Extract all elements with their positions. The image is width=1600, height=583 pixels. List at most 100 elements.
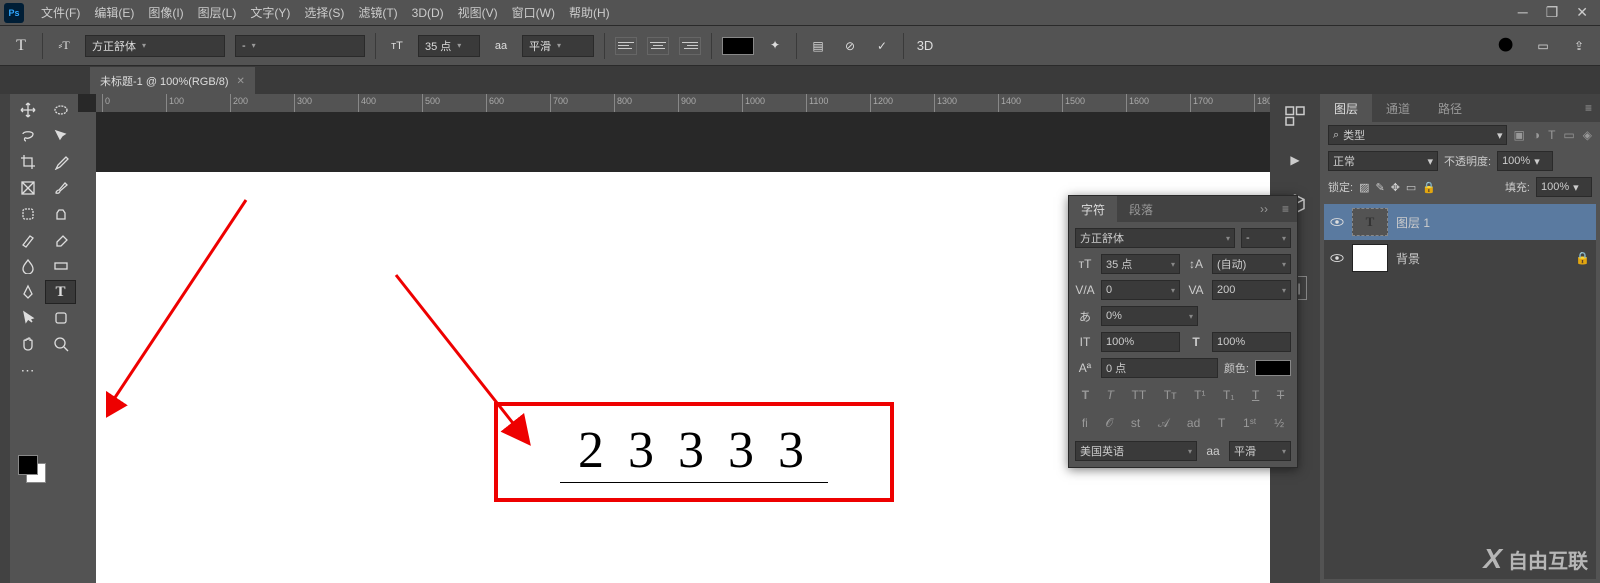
tab-paragraph[interactable]: 段落: [1117, 196, 1165, 223]
subscript-button[interactable]: T₁: [1223, 388, 1234, 402]
menu-image[interactable]: 图像(I): [141, 0, 190, 25]
ordinals-button[interactable]: ad: [1187, 416, 1200, 431]
char-lang-select[interactable]: 美国英语▾: [1075, 441, 1197, 461]
history-dock-icon[interactable]: [1283, 104, 1307, 128]
opentype-t-button[interactable]: T: [1218, 416, 1225, 431]
color-swatches[interactable]: [18, 455, 46, 483]
marquee-tool[interactable]: [45, 98, 76, 122]
font-size-select[interactable]: 35 点▾: [418, 35, 480, 57]
fractions-button[interactable]: ½: [1274, 416, 1284, 431]
char-leading-input[interactable]: (自动)▾: [1212, 254, 1291, 274]
blur-tool[interactable]: [12, 254, 43, 278]
lock-pos-icon[interactable]: ✥: [1391, 181, 1400, 194]
quick-select-tool[interactable]: [45, 124, 76, 148]
font-family-select[interactable]: 方正舒体▾: [85, 35, 225, 57]
menu-view[interactable]: 视图(V): [451, 0, 505, 25]
opacity-input[interactable]: 100%▾: [1497, 151, 1553, 171]
align-right-button[interactable]: [679, 37, 701, 55]
lasso-tool[interactable]: [12, 124, 43, 148]
align-left-button[interactable]: [615, 37, 637, 55]
visibility-icon[interactable]: [1330, 251, 1344, 265]
share-icon[interactable]: ⇪: [1568, 35, 1590, 57]
menu-file[interactable]: 文件(F): [34, 0, 87, 25]
panel-menu-icon[interactable]: ≡: [1274, 202, 1297, 216]
healing-tool[interactable]: [12, 202, 43, 226]
char-tracking-input[interactable]: 200▾: [1212, 280, 1291, 300]
tab-close-icon[interactable]: ✕: [237, 76, 245, 87]
underline-button[interactable]: T: [1252, 388, 1259, 402]
char-style-select[interactable]: -▾: [1241, 228, 1291, 248]
zoom-tool[interactable]: [45, 332, 76, 356]
layer-name[interactable]: 图层 1: [1396, 214, 1430, 231]
frame-tool[interactable]: [12, 176, 43, 200]
char-aa-select[interactable]: 平滑▾: [1229, 441, 1291, 461]
filter-adj-icon[interactable]: ◑: [1533, 128, 1540, 142]
tab-character[interactable]: 字符: [1069, 196, 1117, 223]
workspace-icon[interactable]: ▭: [1532, 35, 1554, 57]
path-select-tool[interactable]: [12, 306, 43, 330]
collapse-icon[interactable]: ››: [1254, 202, 1274, 216]
commit-icon[interactable]: ✓: [871, 35, 893, 57]
char-height-input[interactable]: 100%: [1101, 332, 1180, 352]
menu-help[interactable]: 帮助(H): [562, 0, 617, 25]
history-brush-tool[interactable]: [12, 228, 43, 252]
tool-extra[interactable]: ⋯: [12, 358, 43, 382]
font-style-select[interactable]: -▾: [235, 35, 365, 57]
visibility-icon[interactable]: [1330, 215, 1344, 229]
char-panel-icon[interactable]: ▤: [807, 35, 829, 57]
menu-select[interactable]: 选择(S): [297, 0, 351, 25]
strike-button[interactable]: T: [1277, 388, 1284, 402]
panel-menu-icon[interactable]: ≡: [1577, 101, 1600, 115]
bold-button[interactable]: T: [1082, 388, 1089, 402]
menu-layer[interactable]: 图层(L): [191, 0, 244, 25]
blend-mode-select[interactable]: 正常▾: [1328, 151, 1438, 171]
eyedropper-tool[interactable]: [45, 150, 76, 174]
play-dock-icon[interactable]: ▶: [1283, 148, 1307, 172]
lock-art-icon[interactable]: ▭: [1406, 181, 1416, 194]
canvas-text[interactable]: 23333: [560, 421, 828, 483]
fill-input[interactable]: 100%▾: [1536, 177, 1592, 197]
stylistic-button[interactable]: st: [1131, 416, 1140, 431]
superscript-button[interactable]: T¹: [1194, 388, 1205, 402]
filter-smart-icon[interactable]: ◈: [1583, 128, 1592, 142]
3d-button[interactable]: 3D: [914, 35, 936, 57]
allcaps-button[interactable]: TT: [1132, 388, 1147, 402]
layer-row[interactable]: 背景 🔒: [1324, 240, 1596, 276]
menu-3d[interactable]: 3D(D): [405, 2, 451, 24]
move-tool[interactable]: [12, 98, 43, 122]
pen-tool[interactable]: [12, 280, 43, 304]
char-kerning-input[interactable]: 0▾: [1101, 280, 1180, 300]
char-color-swatch[interactable]: [1255, 360, 1291, 376]
antialias-select[interactable]: 平滑▾: [522, 35, 594, 57]
italic-button[interactable]: T: [1107, 388, 1114, 402]
warp-text-icon[interactable]: ✦: [764, 35, 786, 57]
hand-tool[interactable]: [12, 332, 43, 356]
swash-button[interactable]: 𝒪: [1106, 416, 1114, 431]
document-tab[interactable]: 未标题-1 @ 100%(RGB/8) ✕: [90, 67, 255, 94]
align-center-button[interactable]: [647, 37, 669, 55]
minimize-icon[interactable]: ─: [1518, 4, 1528, 21]
character-panel[interactable]: 字符 段落 ›› ≡ 方正舒体▾ -▾ тT 35 点▾ ↕A (自动)▾ V/…: [1068, 195, 1298, 468]
filter-shape-icon[interactable]: ▭: [1563, 128, 1574, 142]
close-icon[interactable]: ✕: [1576, 4, 1588, 21]
restore-icon[interactable]: ❐: [1546, 4, 1559, 21]
foreground-swatch[interactable]: [18, 455, 38, 475]
char-width-input[interactable]: 100%: [1212, 332, 1291, 352]
tab-channels[interactable]: 通道: [1372, 94, 1424, 123]
lock-paint-icon[interactable]: ✎: [1375, 181, 1384, 194]
brush-tool[interactable]: [45, 176, 76, 200]
cancel-icon[interactable]: ⊘: [839, 35, 861, 57]
shape-tool[interactable]: [45, 306, 76, 330]
text-color-swatch[interactable]: [722, 37, 754, 55]
text-tool[interactable]: T: [45, 280, 76, 304]
eraser-tool[interactable]: [45, 228, 76, 252]
menu-edit[interactable]: 编辑(E): [87, 0, 141, 25]
filter-img-icon[interactable]: ▣: [1513, 128, 1524, 142]
tab-paths[interactable]: 路径: [1424, 94, 1476, 123]
gradient-tool[interactable]: [45, 254, 76, 278]
titling-button[interactable]: 𝒜: [1158, 416, 1169, 431]
lock-pixels-icon[interactable]: ▨: [1359, 181, 1369, 194]
layer-name[interactable]: 背景: [1396, 250, 1420, 267]
layer-row[interactable]: T 图层 1: [1324, 204, 1596, 240]
char-baseline-input[interactable]: 0 点: [1101, 358, 1218, 378]
